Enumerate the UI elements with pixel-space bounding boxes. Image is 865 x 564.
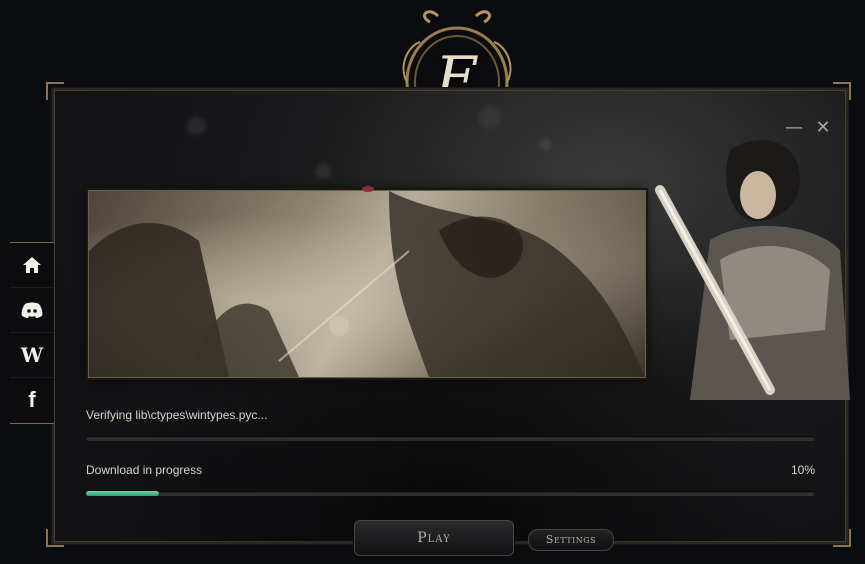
sidebar-item-home[interactable] — [10, 243, 54, 288]
discord-icon — [21, 302, 43, 318]
file-progress-bar — [86, 436, 815, 441]
download-progress-fill — [86, 491, 159, 496]
sidebar-item-discord[interactable] — [10, 288, 54, 333]
frame-corner — [833, 529, 851, 547]
social-sidebar: W f — [10, 242, 54, 424]
download-status-label: Download in progress — [86, 463, 203, 477]
frame-corner — [833, 82, 851, 100]
wiki-icon: W — [20, 343, 44, 367]
sidebar-item-wiki[interactable]: W — [10, 333, 54, 378]
banner-gem-icon — [362, 186, 374, 192]
facebook-icon: f — [28, 387, 36, 412]
play-button[interactable]: Play — [354, 520, 514, 556]
news-banner[interactable] — [88, 190, 646, 378]
file-status-text: Verifying lib\ctypes\wintypes.pyc... — [86, 408, 268, 422]
settings-button[interactable]: Settings — [528, 529, 614, 551]
sidebar-item-facebook[interactable]: f — [10, 378, 54, 422]
download-percent: 10% — [790, 463, 815, 477]
home-icon — [23, 257, 41, 273]
banner-artwork — [89, 191, 645, 377]
download-progress-bar — [86, 491, 815, 496]
frame-corner — [46, 529, 64, 547]
hero-artwork — [650, 130, 850, 400]
hero-figure — [655, 140, 850, 400]
frame-corner — [46, 82, 64, 100]
